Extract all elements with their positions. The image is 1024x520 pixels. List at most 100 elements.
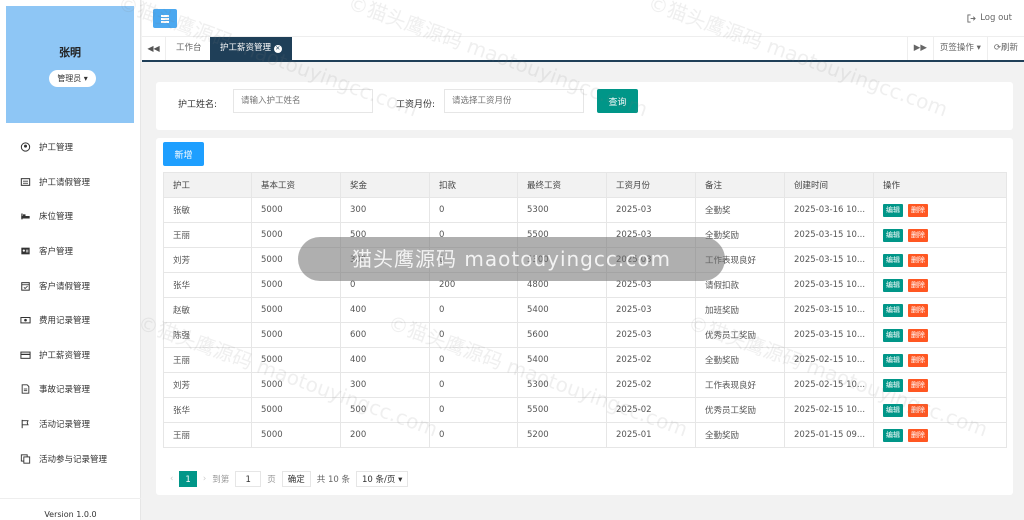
sidebar-item-caregiver[interactable]: 护工管理: [0, 130, 141, 165]
delete-button[interactable]: 删除: [908, 203, 928, 217]
next-page-icon[interactable]: ›: [203, 474, 206, 484]
tab-scroll-right-button[interactable]: ▶▶: [906, 37, 933, 60]
delete-button[interactable]: 删除: [908, 278, 928, 292]
goto-label: 到第: [212, 475, 230, 485]
column-header: 备注: [695, 172, 785, 198]
sidebar-item-label: 活动记录管理: [39, 420, 91, 431]
file-text-icon: [21, 384, 30, 395]
copy-icon: [20, 454, 31, 464]
sidebar-item-customer[interactable]: 客户管理: [0, 234, 141, 269]
sidebar-item-fee[interactable]: 费用记录管理: [0, 303, 141, 338]
table-cell: 2025-02-15 10...: [784, 397, 874, 423]
user-circle-icon: [20, 142, 31, 152]
sidebar-item-caregiver-leave[interactable]: 护工请假管理: [0, 165, 141, 200]
table-cell: 2025-03-15 10...: [784, 297, 874, 323]
sidebar-item-label: 客户请假管理: [39, 281, 91, 292]
tab-scroll-left-button[interactable]: ◀◀: [142, 37, 166, 60]
sidebar-item-label: 客户管理: [39, 247, 74, 258]
page-number-current[interactable]: 1: [179, 471, 197, 487]
sidebar-item-label: 床位管理: [39, 212, 74, 223]
delete-button[interactable]: 删除: [908, 303, 928, 317]
calendar-check-icon: [21, 281, 30, 291]
sidebar-item-customer-leave[interactable]: 客户请假管理: [0, 268, 141, 303]
table-cell: 优秀员工奖励: [695, 397, 785, 423]
edit-button[interactable]: 编辑: [883, 278, 903, 292]
table-cell: 5000: [251, 422, 341, 448]
sidebar-item-activity[interactable]: 活动记录管理: [0, 407, 141, 442]
page-unit-label: 页: [267, 475, 276, 485]
table-cell: 0: [429, 297, 518, 323]
table-cell: 2025-03-15 10...: [784, 222, 874, 248]
column-header: 奖金: [340, 172, 430, 198]
column-header: 护工: [163, 172, 252, 198]
table-cell: 2025-03-15 10...: [784, 247, 874, 273]
table-cell: 5400: [517, 297, 607, 323]
watermark-text: 猫头鹰源码 maotouyingcc.com: [352, 247, 671, 271]
delete-button[interactable]: 删除: [908, 328, 928, 342]
sign-out-icon: [967, 13, 976, 23]
table-cell: 2025-01-15 09...: [784, 422, 874, 448]
sidebar-item-label: 护工管理: [39, 143, 74, 154]
double-right-arrow-icon: ▶▶: [913, 43, 927, 53]
sidebar: 张明 管理员 ▾ 护工管理 护工请假管理 床位管理 客户管理 客户请假管理 费用…: [0, 0, 141, 520]
app-root: { "user": {"name": "张明", "role": "管理员"},…: [0, 0, 1024, 520]
refresh-icon: ⟳: [993, 43, 1001, 53]
sidebar-item-salary[interactable]: 护工薪资管理: [0, 338, 141, 373]
table-cell: 2025-03: [606, 322, 696, 348]
delete-button[interactable]: 删除: [908, 253, 928, 267]
edit-button[interactable]: 编辑: [883, 303, 903, 317]
tab-controls: ▶▶ 页签操作 ▾ ⟳刷新: [906, 37, 1024, 60]
edit-button[interactable]: 编辑: [883, 203, 903, 217]
actions-cell: 编辑 删除: [873, 322, 1007, 348]
user-profile: 张明 管理员 ▾: [6, 6, 134, 123]
edit-button[interactable]: 编辑: [883, 428, 903, 442]
sidebar-item-label: 护工请假管理: [39, 177, 91, 188]
table-cell: 0: [429, 197, 518, 223]
delete-button[interactable]: 删除: [908, 228, 928, 242]
prev-page-icon[interactable]: ‹: [170, 474, 173, 484]
money-icon: [20, 317, 31, 324]
sidebar-item-bed[interactable]: 床位管理: [0, 199, 141, 234]
role-dropdown[interactable]: 管理员 ▾: [49, 70, 96, 87]
table-cell: 2025-03: [606, 297, 696, 323]
goto-page-input[interactable]: 1: [235, 471, 262, 487]
edit-button[interactable]: 编辑: [883, 328, 903, 342]
sidebar-item-accident[interactable]: 事故记录管理: [0, 372, 141, 407]
user-name: 张明: [59, 46, 81, 59]
caret-down-icon: ▾: [398, 475, 403, 485]
sidebar-item-activity-participation[interactable]: 活动参与记录管理: [0, 441, 141, 476]
caregiver-name-label: 护工姓名:: [178, 100, 218, 110]
table-row: 王丽 5000 200 0 5200 2025-01 全勤奖励 2025-01-15 09..…: [163, 422, 1007, 448]
double-left-arrow-icon: ◀◀: [147, 44, 160, 53]
logout-link[interactable]: Log out: [967, 13, 1012, 23]
pagination: ‹ 1 › 到第 1 页 确定 共 10 条 10 条/页 ▾: [170, 469, 409, 489]
page-ops-dropdown[interactable]: 页签操作 ▾: [932, 37, 987, 60]
version-label: Version 1.0.0: [0, 498, 141, 520]
delete-button[interactable]: 删除: [908, 353, 928, 367]
table-body: 张敏 5000 300 0 5300 2025-03 全勤奖 2025-03-16 10...…: [163, 197, 1007, 448]
goto-confirm-button[interactable]: 确定: [281, 471, 311, 487]
table-cell: 5000: [251, 297, 341, 323]
table-cell: 2025-03-15 10...: [784, 272, 874, 298]
table-cell: 5200: [517, 422, 607, 448]
actions-cell: 编辑 删除: [873, 197, 1007, 223]
page-size-select[interactable]: 10 条/页 ▾: [356, 471, 409, 487]
table-cell: 刘芳: [163, 372, 252, 398]
caret-down-icon: ▾: [83, 74, 88, 83]
delete-button[interactable]: 删除: [908, 428, 928, 442]
table-cell: 2025-03-16 10...: [784, 197, 874, 223]
add-button[interactable]: 新增: [163, 142, 204, 166]
edit-button[interactable]: 编辑: [883, 253, 903, 267]
table-row: 陈强 5000 600 0 5600 2025-03 优秀员工奖励 2025-03-15 10…: [163, 322, 1007, 348]
edit-button[interactable]: 编辑: [883, 228, 903, 242]
table-cell: 张华: [163, 272, 252, 298]
edit-button[interactable]: 编辑: [883, 353, 903, 367]
total-count: 共 10 条: [316, 475, 351, 485]
table-cell: 400: [340, 347, 430, 373]
refresh-button[interactable]: ⟳刷新: [986, 37, 1024, 60]
table-cell: 0: [429, 397, 518, 423]
table-row: 张敏 5000 300 0 5300 2025-03 全勤奖 2025-03-16 10...…: [163, 197, 1007, 223]
actions-cell: 编辑 删除: [873, 222, 1007, 248]
refresh-label: 刷新: [1000, 43, 1018, 53]
sidebar-item-label: 费用记录管理: [39, 316, 91, 327]
